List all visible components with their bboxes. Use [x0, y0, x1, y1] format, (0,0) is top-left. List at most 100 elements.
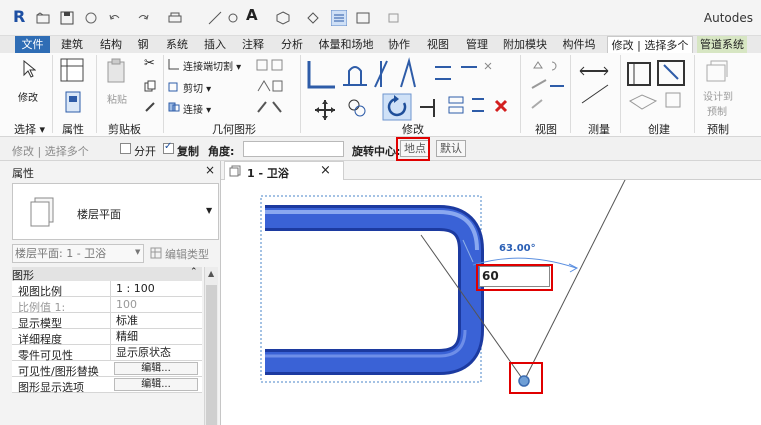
tab-component-dock[interactable]: 构件坞 [559, 36, 599, 53]
redo-icon[interactable] [136, 11, 150, 25]
category-graphics[interactable]: 图形 ⌃ [12, 267, 202, 282]
thin-lines-icon[interactable] [331, 10, 347, 26]
switch-windows-icon[interactable] [388, 11, 402, 25]
tab-collaborate[interactable]: 协作 [384, 36, 414, 53]
tab-analyze[interactable]: 分析 [277, 36, 307, 53]
cut-geometry-icon[interactable] [168, 80, 180, 92]
disjoin-label: 分开 [134, 145, 156, 158]
display-model-field[interactable]: 标准 [110, 313, 202, 329]
join-button[interactable]: 连接 ▾ [183, 101, 211, 116]
copy-icon[interactable] [144, 80, 156, 92]
tab-annotate[interactable]: 注释 [238, 36, 268, 53]
close-windows-icon[interactable] [356, 11, 370, 25]
split-face-icon[interactable] [256, 58, 284, 72]
disjoin-checkbox[interactable] [120, 143, 131, 154]
3d-view-icon[interactable] [276, 11, 290, 25]
tab-add-ins[interactable]: 附加模块 [500, 36, 550, 53]
rotation-center-highlight [509, 362, 543, 394]
measure-icon[interactable] [208, 11, 222, 25]
angle-input[interactable] [243, 141, 344, 157]
measure-group-label: 测量 [588, 123, 610, 136]
type-selector[interactable]: 楼层平面 ▼ [12, 183, 219, 240]
prefab-button[interactable]: 预制 [707, 103, 727, 118]
type-properties-icon[interactable] [65, 91, 81, 113]
cope-icon[interactable] [168, 58, 180, 70]
collapse-icon[interactable]: ⌃ [190, 267, 198, 277]
property-row: 图形显示选项 编辑... [12, 377, 202, 394]
paint-icon[interactable] [256, 79, 284, 93]
match-type-icon[interactable] [144, 101, 156, 113]
view-tab-bathroom[interactable]: 1 - 卫浴 × [224, 161, 344, 180]
tab-piping-system[interactable]: 管道系统 [697, 36, 747, 53]
tab-file[interactable]: 文件 [15, 36, 50, 53]
paste-icon[interactable] [106, 58, 128, 84]
properties-scrollbar[interactable]: ▲ [204, 267, 218, 425]
instance-dropdown-icon[interactable]: ▼ [135, 248, 140, 256]
save-icon[interactable] [60, 11, 74, 25]
copy-element-icon[interactable] [346, 97, 368, 119]
print-icon[interactable] [168, 11, 182, 25]
scroll-up-icon[interactable]: ▲ [208, 269, 214, 278]
view-tools-icons[interactable] [528, 58, 568, 116]
tab-modify-select-multiple[interactable]: 修改 | 选择多个 [607, 36, 693, 53]
tab-structure[interactable]: 结构 [96, 36, 126, 53]
copy-label: 复制 [177, 145, 199, 158]
tab-massing-site[interactable]: 体量和场地 [316, 36, 376, 53]
text-icon[interactable]: A [246, 8, 260, 23]
edit-type-icon[interactable] [150, 247, 162, 259]
properties-close-button[interactable]: × [205, 163, 215, 177]
scroll-thumb[interactable] [206, 285, 217, 425]
sync-icon[interactable] [84, 11, 98, 25]
demolish-icon[interactable] [256, 100, 284, 114]
tab-steel[interactable]: 钢 [133, 36, 153, 53]
cope-button[interactable]: 连接端切割 ▾ [183, 58, 241, 73]
modify-cursor-icon[interactable] [22, 60, 36, 78]
ribbon-tabs: 文件 建筑 结构 钢 系统 插入 注释 分析 体量和场地 协作 视图 管理 附加… [0, 36, 761, 53]
edit-type-button[interactable]: 编辑类型 [165, 246, 209, 262]
move-icon[interactable] [314, 99, 336, 121]
paste-button[interactable]: 粘贴 [107, 91, 127, 106]
revit-logo[interactable]: R [13, 9, 27, 25]
drawing-canvas-graphics: 63.00° [260, 180, 626, 387]
design-to-fabrication-button[interactable]: 设计到 [703, 88, 733, 103]
design-to-fabrication-icon[interactable] [705, 59, 731, 85]
view-tab-close-button[interactable]: × [320, 163, 331, 178]
measure-tool-icon[interactable] [578, 65, 612, 107]
view-tab-bar: 1 - 卫浴 × [221, 161, 761, 180]
section-icon[interactable] [306, 11, 320, 25]
tab-view[interactable]: 视图 [423, 36, 453, 53]
copy-checkbox[interactable] [163, 141, 174, 154]
open-file-icon[interactable] [36, 11, 50, 25]
cut-geometry-button[interactable]: 剪切 ▾ [183, 80, 211, 95]
trim-extend-icon[interactable] [418, 97, 438, 119]
tab-insert[interactable]: 插入 [200, 36, 230, 53]
select-group-label[interactable]: 选择 ▾ [14, 121, 45, 137]
modify-button[interactable]: 修改 [18, 89, 38, 104]
type-selector-dropdown-icon[interactable]: ▼ [206, 206, 212, 215]
graphic-display-edit-button[interactable]: 编辑... [114, 378, 198, 391]
align-offset-mirror-icons[interactable] [305, 57, 505, 91]
dimension-icon[interactable] [226, 11, 240, 25]
tab-manage[interactable]: 管理 [462, 36, 492, 53]
rotate-icon[interactable] [382, 93, 412, 121]
tab-architecture[interactable]: 建筑 [57, 36, 87, 53]
detail-level-field[interactable]: 精细 [110, 329, 202, 345]
undo-icon[interactable] [108, 11, 122, 25]
property-row: 详细程度 精细 [12, 329, 202, 346]
instance-filter-select[interactable]: 楼层平面: 1 - 卫浴 [12, 244, 144, 263]
tab-systems[interactable]: 系统 [162, 36, 192, 53]
place-button-highlight [396, 137, 430, 161]
create-group-icons[interactable] [626, 57, 690, 115]
join-icon[interactable] [168, 101, 180, 113]
cut-icon[interactable]: ✂ [144, 56, 155, 71]
view-scale-field[interactable]: 1 : 100 [110, 281, 202, 297]
properties-group-label: 属性 [62, 123, 84, 136]
parts-visibility-field[interactable]: 显示原状态 [110, 345, 202, 361]
scale-value-field: 100 [110, 297, 202, 313]
visibility-graphics-edit-button[interactable]: 编辑... [114, 362, 198, 375]
options-bar: 修改 | 选择多个 分开 复制 角度: 旋转中心: 地点 默认 [0, 137, 761, 161]
array-scale-delete-icons[interactable] [448, 95, 518, 117]
default-button[interactable]: 默认 [436, 140, 466, 157]
properties-icon[interactable] [59, 57, 85, 83]
pipe-assembly[interactable] [265, 205, 484, 375]
